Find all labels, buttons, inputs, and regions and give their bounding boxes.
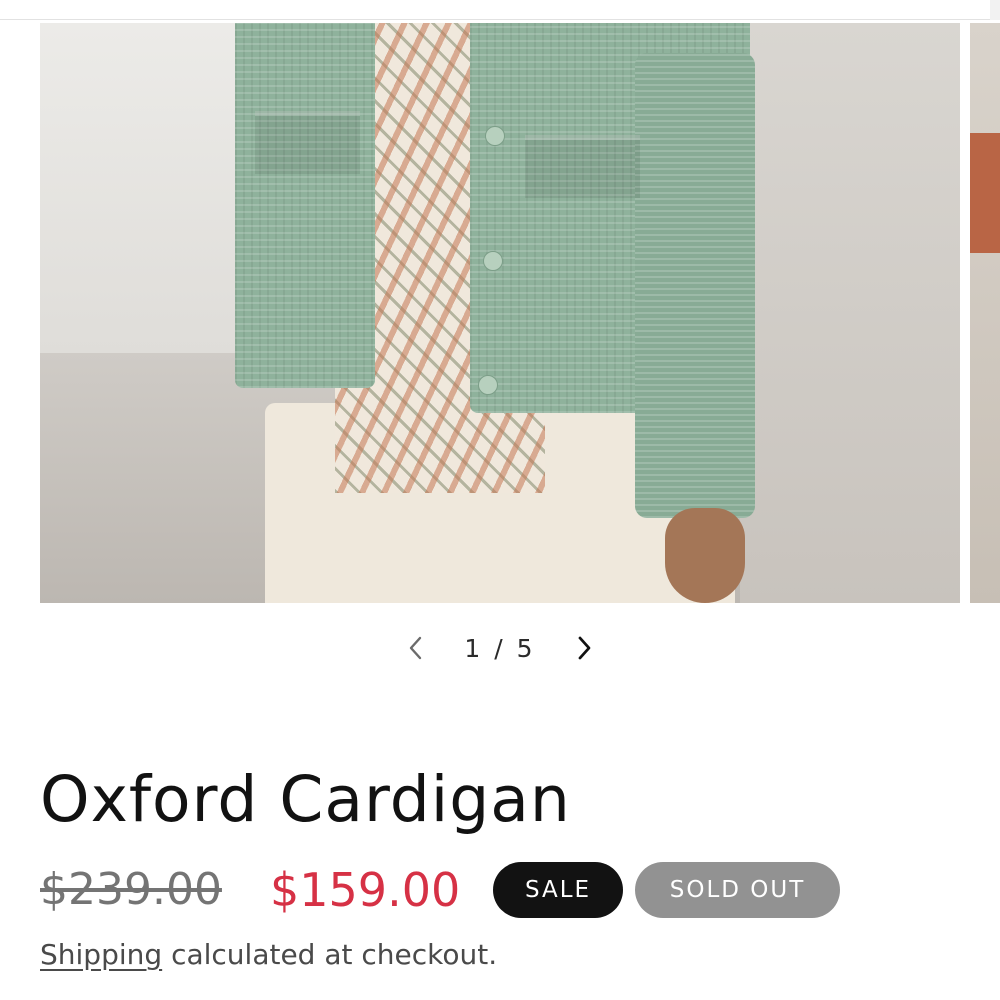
sold-out-badge: SOLD OUT: [635, 862, 840, 918]
shipping-note: Shipping calculated at checkout.: [40, 933, 940, 977]
product-page: 1 / 5 Oxford Cardigan $239.00 $159.00 SA…: [0, 0, 1000, 1000]
slider-controls: 1 / 5: [400, 624, 600, 672]
total-slides: 5: [516, 634, 536, 663]
chevron-right-icon: [568, 630, 600, 666]
current-slide: 1: [464, 634, 484, 663]
sale-price: $159.00: [270, 863, 461, 917]
next-slide-button[interactable]: [568, 630, 600, 666]
product-title: Oxford Cardigan: [40, 763, 571, 836]
scrollbar-edge: [990, 0, 1000, 20]
product-image[interactable]: [40, 23, 960, 603]
header-edge: [0, 0, 1000, 20]
next-product-image-peek[interactable]: [970, 23, 1000, 603]
regular-price: $239.00: [40, 864, 222, 915]
price-row: $239.00 $159.00 SALE SOLD OUT: [40, 858, 940, 922]
sale-badge: SALE: [493, 862, 623, 918]
shipping-link[interactable]: Shipping: [40, 938, 162, 971]
previous-slide-button[interactable]: [400, 630, 432, 666]
header-divider: [0, 19, 990, 20]
chevron-left-icon: [400, 630, 432, 666]
shipping-text: calculated at checkout.: [171, 938, 498, 971]
slide-counter: 1 / 5: [455, 634, 545, 663]
slide-separator: /: [494, 634, 506, 663]
